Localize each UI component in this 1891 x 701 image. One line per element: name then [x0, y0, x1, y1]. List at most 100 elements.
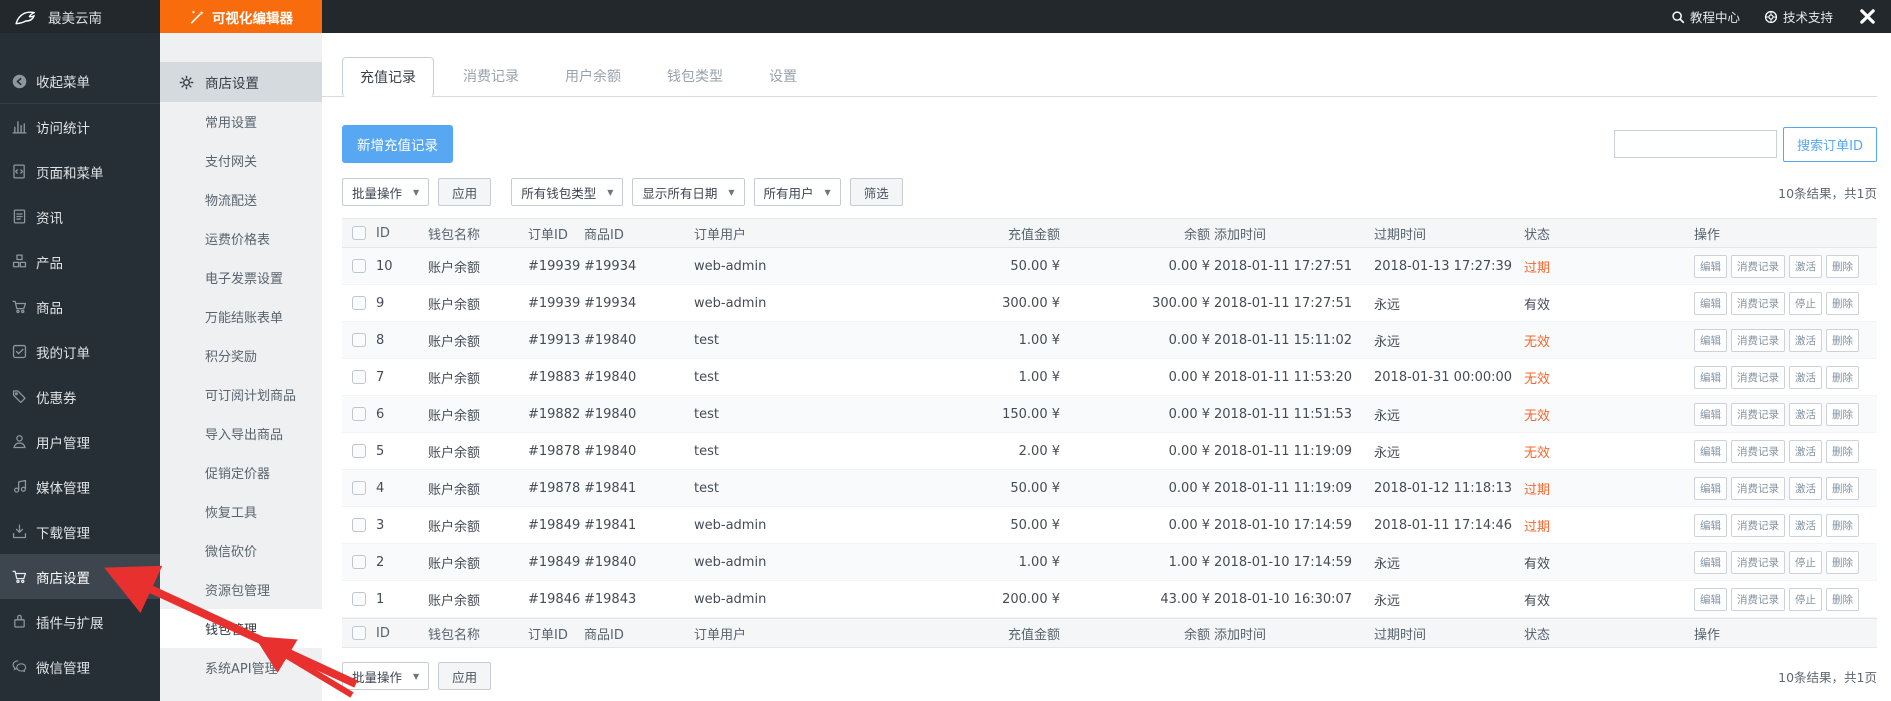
edit-button[interactable]: 编辑: [1694, 365, 1727, 389]
sidebar-item-user-management[interactable]: 用户管理: [0, 419, 160, 464]
activate-button[interactable]: 激活: [1789, 365, 1822, 389]
submenu-item-e-invoice-settings[interactable]: 电子发票设置: [160, 258, 322, 297]
select-all-checkbox-top[interactable]: [352, 226, 366, 240]
date-select[interactable]: 显示所有日期 ▼: [632, 178, 745, 206]
activate-button[interactable]: 激活: [1789, 402, 1822, 426]
sidebar-item-goods[interactable]: 商品: [0, 284, 160, 329]
submenu-item-payment-gateway[interactable]: 支付网关: [160, 141, 322, 180]
row-checkbox[interactable]: [352, 407, 366, 421]
submenu-item-promo-pricing[interactable]: 促销定价器: [160, 453, 322, 492]
submenu-item-import-export-products[interactable]: 导入导出商品: [160, 414, 322, 453]
edit-button[interactable]: 编辑: [1694, 476, 1727, 500]
sidebar-item-download-management[interactable]: 下载管理: [0, 509, 160, 554]
row-checkbox[interactable]: [352, 296, 366, 310]
consume-records-button[interactable]: 消费记录: [1731, 328, 1785, 352]
submenu-item-logistics-delivery[interactable]: 物流配送: [160, 180, 322, 219]
edit-button[interactable]: 编辑: [1694, 291, 1727, 315]
sidebar-item-wechat-management[interactable]: 微信管理: [0, 644, 160, 689]
edit-button[interactable]: 编辑: [1694, 328, 1727, 352]
delete-button[interactable]: 删除: [1826, 513, 1859, 537]
row-checkbox[interactable]: [352, 370, 366, 384]
consume-records-button[interactable]: 消费记录: [1731, 291, 1785, 315]
row-checkbox[interactable]: [352, 259, 366, 273]
sidebar-item-my-orders[interactable]: 我的订单: [0, 329, 160, 374]
site-home-link[interactable]: 最美云南: [0, 6, 160, 28]
sidebar-item-clipped-item[interactable]: [0, 689, 160, 701]
consume-records-button[interactable]: 消费记录: [1731, 365, 1785, 389]
close-icon[interactable]: [1859, 8, 1876, 25]
submenu-item-wallet-management[interactable]: 钱包管理: [160, 609, 322, 648]
edit-button[interactable]: 编辑: [1694, 439, 1727, 463]
stop-button[interactable]: 停止: [1789, 587, 1822, 611]
stop-button[interactable]: 停止: [1789, 291, 1822, 315]
sidebar-item-plugins-extensions[interactable]: 插件与扩展: [0, 599, 160, 644]
activate-button[interactable]: 激活: [1789, 254, 1822, 278]
submenu-item-points-reward[interactable]: 积分奖励: [160, 336, 322, 375]
filter-button[interactable]: 筛选: [849, 178, 903, 206]
submenu-item-shipping-price-table[interactable]: 运费价格表: [160, 219, 322, 258]
activate-button[interactable]: 激活: [1789, 439, 1822, 463]
tab-settings[interactable]: 设置: [752, 57, 814, 95]
sidebar-item-store-settings[interactable]: 商店设置: [0, 554, 160, 599]
bulk-action-select[interactable]: 批量操作 ▼: [342, 178, 430, 206]
tutorial-center-link[interactable]: 教程中心: [1671, 7, 1740, 26]
consume-records-button[interactable]: 消费记录: [1731, 402, 1785, 426]
bulk-action-select-bottom[interactable]: 批量操作 ▼: [342, 662, 430, 690]
edit-button[interactable]: 编辑: [1694, 402, 1727, 426]
edit-button[interactable]: 编辑: [1694, 513, 1727, 537]
delete-button[interactable]: 删除: [1826, 291, 1859, 315]
sidebar-item-visit-statistics[interactable]: 访问统计: [0, 104, 160, 149]
sidebar-item-products[interactable]: 产品: [0, 239, 160, 284]
sidebar-item-pages-and-menus[interactable]: 页面和菜单: [0, 149, 160, 194]
consume-records-button[interactable]: 消费记录: [1731, 550, 1785, 574]
wallet-type-select[interactable]: 所有钱包类型 ▼: [511, 178, 624, 206]
row-checkbox[interactable]: [352, 518, 366, 532]
sidebar-item-news[interactable]: 资讯: [0, 194, 160, 239]
delete-button[interactable]: 删除: [1826, 550, 1859, 574]
edit-button[interactable]: 编辑: [1694, 587, 1727, 611]
consume-records-button[interactable]: 消费记录: [1731, 254, 1785, 278]
tab-wallet-types[interactable]: 钱包类型: [650, 57, 740, 95]
tab-consume-records[interactable]: 消费记录: [446, 57, 536, 95]
consume-records-button[interactable]: 消费记录: [1731, 439, 1785, 463]
add-recharge-record-button[interactable]: 新增充值记录: [342, 125, 453, 163]
delete-button[interactable]: 删除: [1826, 254, 1859, 278]
edit-button[interactable]: 编辑: [1694, 254, 1727, 278]
stop-button[interactable]: 停止: [1789, 550, 1822, 574]
delete-button[interactable]: 删除: [1826, 587, 1859, 611]
consume-records-button[interactable]: 消费记录: [1731, 587, 1785, 611]
consume-records-button[interactable]: 消费记录: [1731, 476, 1785, 500]
delete-button[interactable]: 删除: [1826, 365, 1859, 389]
sidebar-item-coupons[interactable]: 优惠券: [0, 374, 160, 419]
submenu-item-resource-package-management[interactable]: 资源包管理: [160, 570, 322, 609]
submenu-item-common-settings[interactable]: 常用设置: [160, 102, 322, 141]
search-order-button[interactable]: 搜索订单ID: [1783, 126, 1877, 162]
delete-button[interactable]: 删除: [1826, 476, 1859, 500]
submenu-item-subscription-plan-products[interactable]: 可订阅计划商品: [160, 375, 322, 414]
row-checkbox[interactable]: [352, 444, 366, 458]
tech-support-link[interactable]: 技术支持: [1764, 7, 1833, 26]
row-checkbox[interactable]: [352, 555, 366, 569]
activate-button[interactable]: 激活: [1789, 513, 1822, 537]
submenu-item-system-api-management[interactable]: 系统API管理: [160, 648, 322, 687]
row-checkbox[interactable]: [352, 481, 366, 495]
sidebar-item-collapse-menu[interactable]: 收起菜单: [0, 59, 160, 104]
apply-button-bottom[interactable]: 应用: [438, 662, 492, 690]
delete-button[interactable]: 删除: [1826, 328, 1859, 352]
delete-button[interactable]: 删除: [1826, 439, 1859, 463]
submenu-item-wechat-bargain[interactable]: 微信砍价: [160, 531, 322, 570]
tab-recharge-records[interactable]: 充值记录: [342, 57, 434, 97]
submenu-item-universal-checkout-form[interactable]: 万能结账表单: [160, 297, 322, 336]
row-checkbox[interactable]: [352, 333, 366, 347]
select-all-checkbox-bottom[interactable]: [352, 626, 366, 640]
activate-button[interactable]: 激活: [1789, 476, 1822, 500]
visual-editor-button[interactable]: 可视化编辑器: [160, 0, 322, 33]
sidebar-item-media-management[interactable]: 媒体管理: [0, 464, 160, 509]
delete-button[interactable]: 删除: [1826, 402, 1859, 426]
apply-button[interactable]: 应用: [438, 178, 492, 206]
submenu-item-recovery-tools[interactable]: 恢复工具: [160, 492, 322, 531]
row-checkbox[interactable]: [352, 592, 366, 606]
user-select[interactable]: 所有用户 ▼: [753, 178, 841, 206]
tab-user-balance[interactable]: 用户余额: [548, 57, 638, 95]
consume-records-button[interactable]: 消费记录: [1731, 513, 1785, 537]
